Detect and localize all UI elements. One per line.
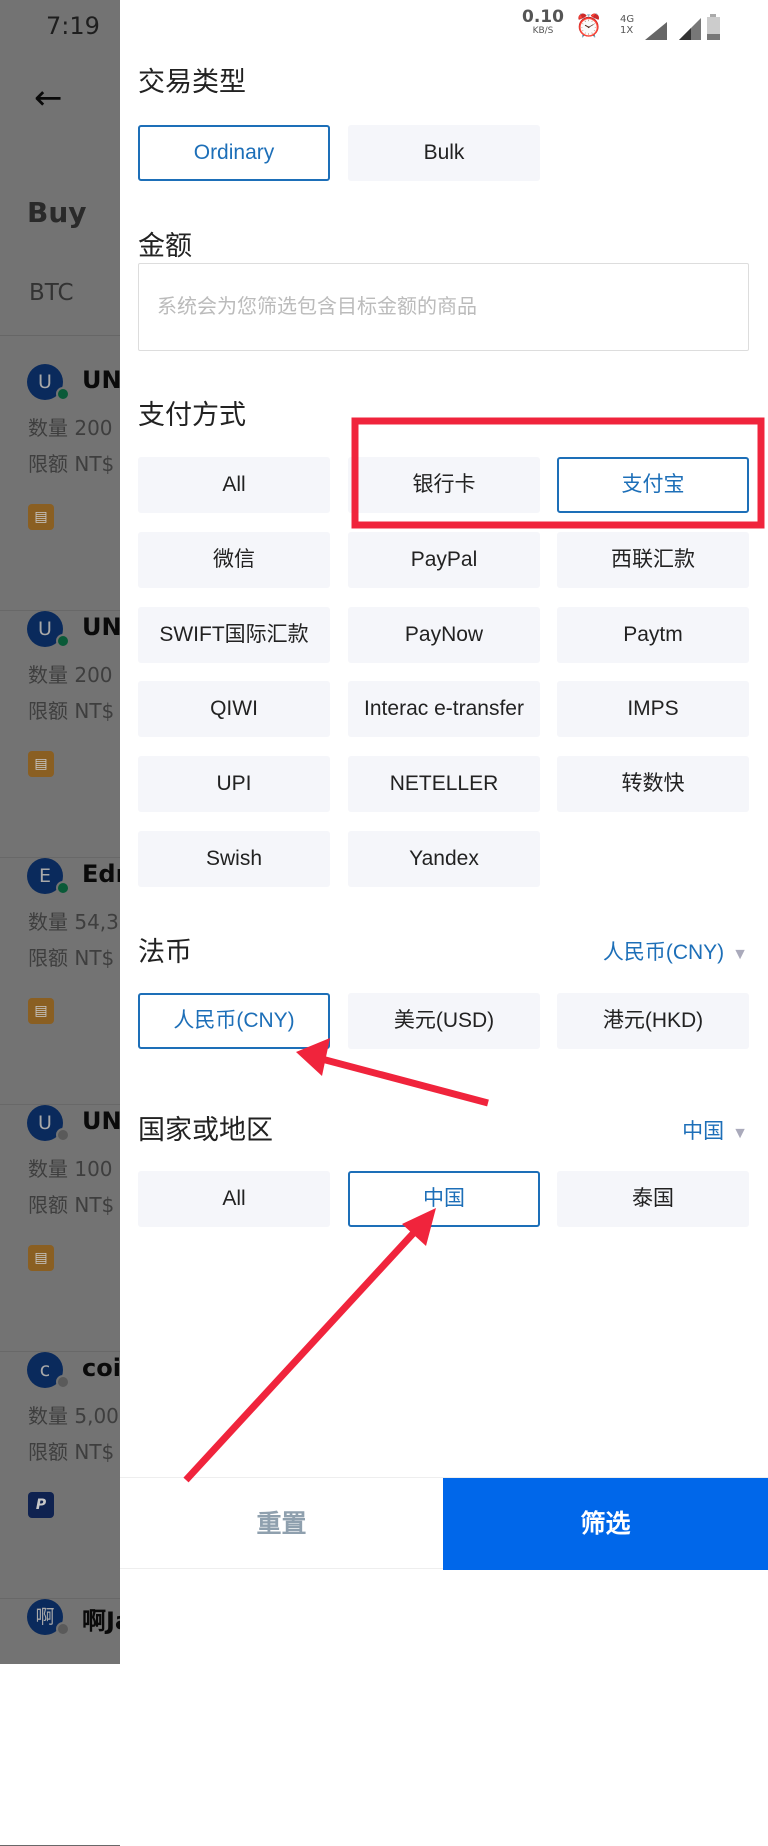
payment-method-option[interactable]: 支付宝 [557,457,749,513]
trade-type-option[interactable]: Bulk [348,125,540,181]
trade-type-title: 交易类型 [138,67,246,98]
payment-method-option[interactable]: PayNow [348,606,540,663]
divider [0,335,120,336]
limit: 限额 NT$ [28,452,115,476]
net-speed: 0.10 KB/S [522,7,564,38]
online-status-dot [56,1622,70,1636]
arrow-left-icon[interactable]: ← [34,78,63,118]
online-status-dot [56,1375,70,1389]
amount-title: 金额 [138,231,192,262]
tab-buy[interactable]: Buy [27,196,87,229]
action-bar: 重置 筛选 [120,1477,768,1570]
payment-method-option[interactable]: 微信 [138,531,330,588]
merchant-name: UN [82,1107,122,1135]
region-title: 国家或地区 [138,1115,273,1146]
list-item[interactable]: 啊 啊Ja [0,1599,131,1846]
quantity: 数量 100 [28,1157,113,1181]
quantity: 数量 54,3 [28,910,119,934]
payment-method-option[interactable]: PayPal [348,531,540,588]
payment-method-option[interactable]: UPI [138,756,330,813]
fiat-dropdown[interactable]: 人民币(CNY) ▼ [603,936,748,966]
limit: 限额 NT$ [28,1440,115,1464]
caret-down-icon: ▼ [732,1125,748,1142]
payment-method-option[interactable]: QIWI [138,681,330,738]
region-option[interactable]: All [138,1171,330,1227]
payment-method-option[interactable]: 银行卡 [348,457,540,513]
network-type: 4G 1X [620,14,635,36]
payment-method-title: 支付方式 [138,400,246,431]
amount-input[interactable]: 系统会为您筛选包含目标金额的商品 [138,263,749,351]
payment-method-option[interactable]: 西联汇款 [557,531,749,588]
quantity: 数量 200 [28,663,113,687]
region-dropdown[interactable]: 中国 ▼ [682,1115,748,1145]
limit: 限额 NT$ [28,699,115,723]
trade-type-option[interactable]: Ordinary [138,125,330,181]
bank-card-icon: ▤ [28,1245,54,1271]
online-status-dot [56,634,70,648]
merchant-name: UN [82,613,122,641]
fiat-dropdown-value: 人民币(CNY) [602,941,725,964]
list-item[interactable]: U UN 数量 100 限额 NT$ ▤ [0,1105,122,1352]
bank-card-icon: ▤ [28,998,54,1024]
region-option[interactable]: 泰国 [557,1171,749,1227]
bank-card-icon: ▤ [28,751,54,777]
quantity: 数量 5,00 [28,1404,119,1428]
caret-down-icon: ▼ [732,946,748,963]
fiat-option[interactable]: 美元(USD) [348,993,540,1049]
quantity: 数量 200 [28,416,113,440]
net-speed-value: 0.10 [522,7,564,27]
list-item[interactable]: c coi 数量 5,00 限额 NT$ P [0,1352,121,1599]
fiat-option[interactable]: 港元(HKD) [557,993,749,1049]
alarm-icon: ⏰ [575,14,603,39]
payment-method-option[interactable]: NETELLER [348,756,540,813]
payment-method-option[interactable]: Swish [138,831,330,887]
payment-method-option[interactable]: 转数快 [557,756,749,813]
payment-method-option[interactable]: Interac e-transfer [348,681,540,738]
payment-method-option[interactable]: All [138,457,330,513]
region-dropdown-value: 中国 [682,1120,725,1143]
payment-method-option[interactable]: Yandex [348,831,540,887]
list-item[interactable]: U UN 数量 200 限额 NT$ ▤ [0,611,122,858]
limit: 限额 NT$ [28,946,115,970]
apply-filter-button[interactable]: 筛选 [443,1478,768,1570]
region-option[interactable]: 中国 [348,1171,540,1227]
merchant-name: coi [82,1354,121,1382]
reset-button[interactable]: 重置 [120,1478,443,1570]
fiat-title: 法币 [138,937,192,968]
online-status-dot [56,881,70,895]
status-time: 7:19 [46,12,100,40]
filter-panel: 0.10 KB/S ⏰ 4G 1X 交易类型 Ordinary Bulk 金额 系… [120,0,768,1664]
merchant-name: UN [82,366,122,394]
coin-selector[interactable]: BTC [29,280,74,306]
online-status-dot [56,1128,70,1142]
payment-method-option[interactable]: SWIFT国际汇款 [138,606,330,663]
online-status-dot [56,387,70,401]
payment-method-option[interactable]: IMPS [557,681,749,738]
paypal-icon: P [28,1492,54,1518]
bank-card-icon: ▤ [28,504,54,530]
list-item[interactable]: U UN 数量 200 限额 NT$ ▤ [0,364,122,611]
fiat-option[interactable]: 人民币(CNY) [138,993,330,1049]
list-item[interactable]: E Edr 数量 54,3 限额 NT$ ▤ [0,858,127,1105]
battery-icon [707,14,720,40]
limit: 限额 NT$ [28,1193,115,1217]
payment-method-option[interactable]: Paytm [557,606,749,663]
